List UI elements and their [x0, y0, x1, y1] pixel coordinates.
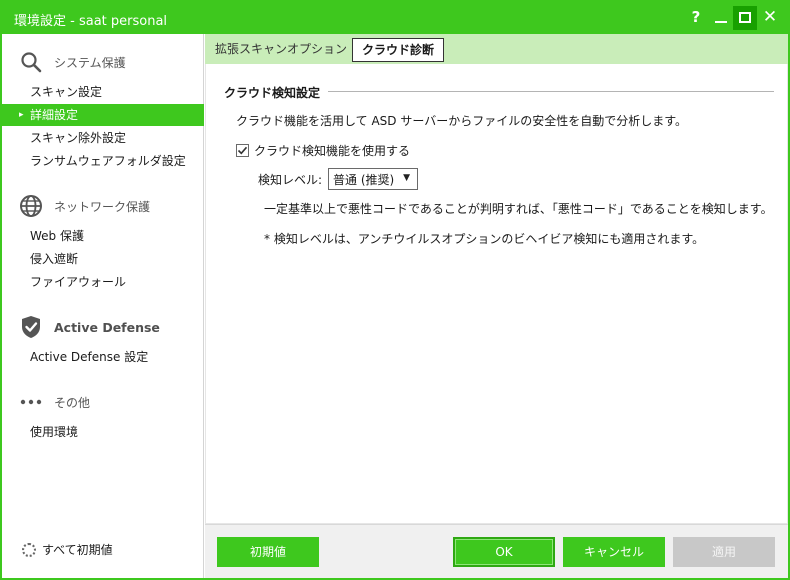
footer: 初期値 OK キャンセル 適用 [205, 524, 788, 578]
section-system-protection: システム保護 [18, 49, 126, 75]
sidebar-item-ransomware-folder[interactable]: ランサムウェアフォルダ設定 [2, 150, 204, 172]
more-dots-icon [18, 389, 44, 415]
maximize-button[interactable] [733, 6, 757, 30]
title-bar[interactable]: 環境設定 - saat personal ? ✕ [2, 2, 788, 34]
reset-all-label: すべて初期値 [42, 543, 113, 557]
sidebar-item-scan-exclusions[interactable]: スキャン除外設定 [2, 127, 204, 149]
section-network-protection: ネットワーク保護 [18, 193, 150, 219]
minimize-button[interactable] [709, 6, 733, 30]
section-divider [328, 91, 774, 92]
sidebar-item-label: 詳細設定 [30, 108, 79, 122]
reset-icon [22, 542, 36, 557]
maximize-icon [739, 12, 751, 23]
sidebar-item-active-defense-settings[interactable]: Active Defense 設定 [2, 346, 204, 368]
behavior-note: * 検知レベルは、アンチウイルスオプションのビヘイビア検知にも適用されます。 [264, 232, 705, 246]
detection-level-label: 検知レベル: [258, 172, 323, 187]
sidebar-item-intrusion-block[interactable]: 侵入遮断 [2, 248, 204, 270]
cloud-detection-checkbox[interactable]: クラウド検知機能を使用する [236, 142, 410, 159]
tab-extended-scan-options[interactable]: 拡張スキャンオプション [213, 38, 349, 62]
reset-all-link[interactable]: すべて初期値 [22, 541, 113, 558]
minimize-icon [715, 21, 727, 23]
sidebar-item-advanced-settings[interactable]: ▸ 詳細設定 [2, 104, 204, 126]
settings-window: 環境設定 - saat personal ? ✕ システム保護 スキャン設定 ▸… [0, 0, 790, 580]
sidebar: システム保護 スキャン設定 ▸ 詳細設定 スキャン除外設定 ランサムウェアフォル… [2, 34, 204, 578]
chevron-down-icon: ▼ [403, 173, 411, 183]
sidebar-item-scan-settings[interactable]: スキャン設定 [2, 81, 204, 103]
cancel-button[interactable]: キャンセル [563, 537, 665, 567]
dropdown-value: 普通 (推奨) [333, 172, 395, 187]
shield-check-icon [18, 314, 44, 340]
level-note: 一定基準以上で悪性コードであることが判明すれば、「悪性コード」であることを検知し… [264, 202, 773, 216]
sidebar-item-web-protection[interactable]: Web 保護 [2, 225, 204, 247]
section-heading: クラウド検知設定 [224, 86, 321, 100]
detection-level-row: 検知レベル: 普通 (推奨) ▼ [258, 168, 419, 190]
help-icon: ? [691, 8, 701, 26]
section-title: システム保護 [54, 55, 126, 70]
sidebar-item-firewall[interactable]: ファイアウォール [2, 271, 204, 293]
section-title: ネットワーク保護 [54, 199, 151, 214]
sidebar-item-environment[interactable]: 使用環境 [2, 421, 204, 443]
apply-button[interactable]: 適用 [673, 537, 775, 567]
section-title: その他 [54, 395, 91, 410]
main-panel: 拡張スキャンオプション クラウド診断 クラウド検知設定 クラウド機能を活用して … [205, 34, 788, 578]
ok-button[interactable]: OK [453, 537, 555, 567]
checkbox-label: クラウド検知機能を使用する [254, 144, 411, 158]
window-title: 環境設定 - saat personal [14, 14, 168, 29]
section-active-defense: Active Defense [18, 314, 160, 340]
tab-bar: 拡張スキャンオプション クラウド診断 [205, 34, 788, 64]
checkmark-icon [237, 146, 248, 155]
defaults-button[interactable]: 初期値 [217, 537, 319, 567]
section-title: Active Defense [54, 319, 160, 335]
tab-content: クラウド検知設定 クラウド機能を活用して ASD サーバーからファイルの安全性を… [205, 64, 788, 524]
detection-level-dropdown[interactable]: 普通 (推奨) ▼ [328, 168, 419, 190]
caret-right-icon: ▸ [19, 110, 24, 120]
globe-icon [18, 193, 44, 219]
close-icon: ✕ [762, 7, 778, 27]
tab-cloud-diagnosis[interactable]: クラウド診断 [352, 38, 444, 62]
close-button[interactable]: ✕ [758, 6, 782, 30]
checkbox[interactable] [236, 144, 249, 157]
section-other: その他 [18, 389, 90, 415]
help-button[interactable]: ? [684, 6, 708, 30]
search-icon [18, 49, 44, 75]
cloud-description: クラウド機能を活用して ASD サーバーからファイルの安全性を自動で分析します。 [236, 114, 688, 128]
